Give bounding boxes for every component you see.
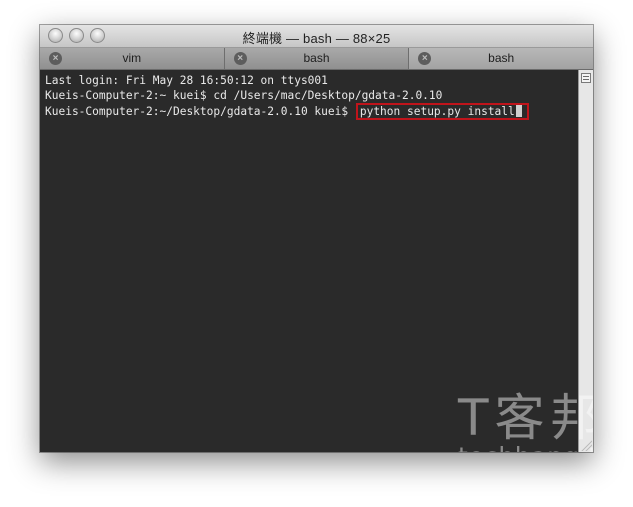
tab-label: vim — [122, 51, 142, 65]
tab-bar: × vim × bash × bash — [40, 48, 593, 70]
window-title: 終端機 — bash — 88×25 — [242, 31, 391, 46]
watermark: T客邦 techbang.tw — [458, 393, 593, 452]
tab-label: bash — [488, 51, 515, 65]
terminal-prompt-line: Kueis-Computer-2:~/Desktop/gdata-2.0.10 … — [45, 103, 578, 120]
tab-vim[interactable]: × vim — [40, 48, 225, 69]
tab-bash-1[interactable]: × bash — [224, 48, 410, 69]
text-cursor — [515, 105, 522, 117]
highlighted-command: python setup.py install — [355, 103, 529, 120]
scrollback-icon[interactable] — [581, 73, 591, 83]
terminal-line: Kueis-Computer-2:~ kuei$ cd /Users/mac/D… — [45, 89, 443, 102]
title-bar[interactable]: 終端機 — bash — 88×25 — [40, 25, 593, 48]
terminal-line: Last login: Fri May 28 16:50:12 on ttys0… — [45, 74, 328, 87]
command-text: python setup.py install — [359, 105, 515, 118]
tab-label: bash — [303, 51, 330, 65]
watermark-logo-cn: T客邦 — [458, 389, 593, 447]
prompt-text: Kueis-Computer-2:~/Desktop/gdata-2.0.10 … — [45, 105, 355, 118]
watermark-logo-en: techbang.tw — [458, 443, 593, 453]
tab-bash-2[interactable]: × bash — [409, 48, 593, 69]
terminal-window: 終端機 — bash — 88×25 × vim × bash × bash L… — [40, 25, 593, 452]
